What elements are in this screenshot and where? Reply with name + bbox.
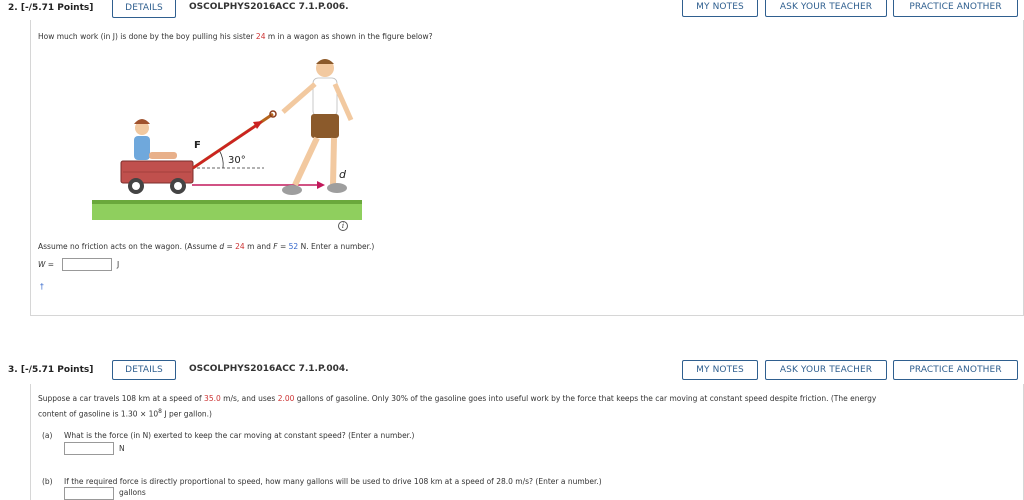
question-text: How much work (in J) is done by the boy … — [38, 32, 433, 41]
question-2-header: 2. [-/5.71 Points] DETAILS OSCOLPHYS2016… — [0, 0, 1024, 20]
info-icon[interactable]: i — [338, 221, 348, 231]
question-intro-line2: content of gasoline is 1.30 × 108 J per … — [38, 408, 212, 419]
ask-your-teacher-button[interactable]: ASK YOUR TEACHER — [765, 0, 887, 17]
details-button[interactable]: DETAILS — [112, 360, 176, 380]
question-number: 2. [-/5.71 Points] — [8, 3, 94, 13]
part-a-answer-input[interactable] — [64, 442, 114, 455]
angle-label: 30° — [228, 155, 246, 166]
part-a-label: (a) — [42, 431, 53, 440]
part-a-unit: N — [119, 444, 125, 453]
answer-unit: J — [117, 260, 120, 269]
part-b-text: If the required force is directly propor… — [64, 477, 602, 486]
part-b-answer-input[interactable] — [64, 487, 114, 500]
work-answer-input[interactable] — [62, 258, 112, 271]
distance-label: d — [339, 168, 347, 181]
question-number: 3. [-/5.71 Points] — [8, 365, 94, 375]
marker-icon: † — [40, 282, 44, 291]
my-notes-button[interactable]: MY NOTES — [682, 0, 758, 17]
question-3-header: 3. [-/5.71 Points] DETAILS OSCOLPHYS2016… — [0, 360, 1024, 382]
wagon-figure: d 30° F — [92, 59, 362, 220]
my-notes-button[interactable]: MY NOTES — [682, 360, 758, 380]
part-b-label: (b) — [42, 477, 53, 486]
assignment-id: OSCOLPHYS2016ACC 7.1.P.006. — [189, 2, 349, 12]
assignment-id: OSCOLPHYS2016ACC 7.1.P.004. — [189, 364, 349, 374]
assumption-text: Assume no friction acts on the wagon. (A… — [38, 242, 375, 251]
ground — [92, 202, 362, 220]
part-b-unit: gallons — [119, 488, 146, 497]
force-label: F — [194, 140, 201, 151]
details-button[interactable]: DETAILS — [112, 0, 176, 18]
practice-another-button[interactable]: PRACTICE ANOTHER — [893, 360, 1018, 380]
part-a-text: What is the force (in N) exerted to keep… — [64, 431, 415, 440]
practice-another-button[interactable]: PRACTICE ANOTHER — [893, 0, 1018, 17]
question-3-card: Suppose a car travels 108 km at a speed … — [30, 384, 1024, 500]
question-intro: Suppose a car travels 108 km at a speed … — [38, 394, 877, 403]
ask-your-teacher-button[interactable]: ASK YOUR TEACHER — [765, 360, 887, 380]
answer-variable: W = — [38, 260, 55, 269]
question-2-card: How much work (in J) is done by the boy … — [30, 20, 1024, 316]
